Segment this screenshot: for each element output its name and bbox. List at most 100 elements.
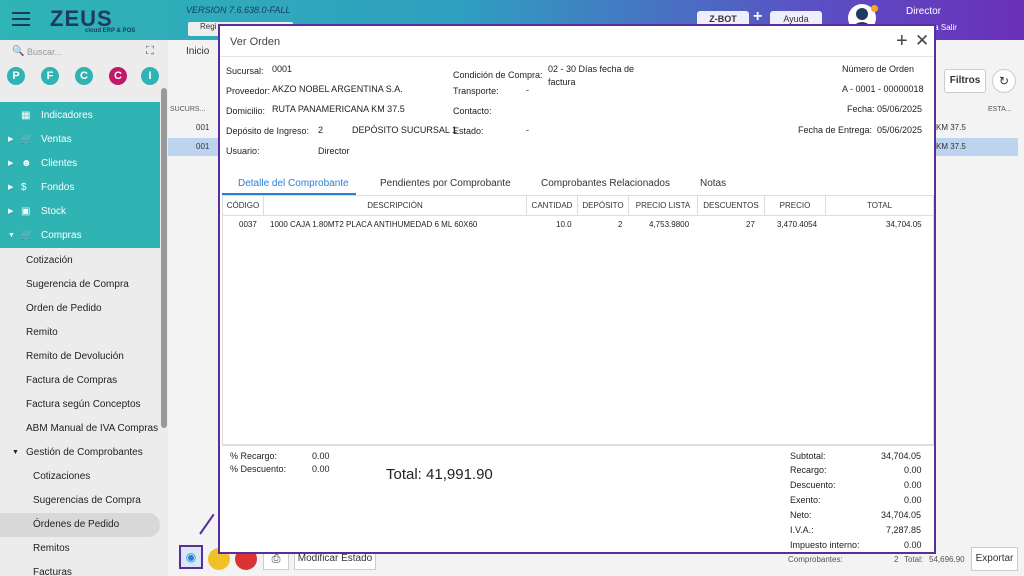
sidebar-item-sugerencias-compra[interactable]: Sugerencias de Compra <box>0 489 160 513</box>
refresh-icon[interactable]: ↻ <box>992 69 1016 93</box>
export-button[interactable]: Exportar <box>971 547 1018 571</box>
condicion-label: Condición de Compra: <box>453 70 543 80</box>
main-menu: ▦ Indicadores ▶ 🛒 Ventas ▶ ☻ Clientes ▶ … <box>0 102 160 248</box>
tab-pendientes[interactable]: Pendientes por Comprobante <box>380 178 511 189</box>
divider <box>222 445 934 446</box>
domicilio-value: RUTA PANAMERICANA KM 37.5 <box>272 104 405 114</box>
sidebar-item-fondos[interactable]: ▶ $ Fondos <box>0 176 160 200</box>
caret-right-icon: ▶ <box>8 184 14 191</box>
estado-value: - <box>526 125 529 135</box>
shortcut-p[interactable]: P <box>7 67 25 85</box>
sidebar-item-facturas[interactable]: Facturas <box>0 561 160 576</box>
chart-icon: ▦ <box>21 110 31 121</box>
sidebar-item-ordenes-pedido[interactable]: Órdenes de Pedido <box>0 513 160 537</box>
col-deposito: DEPÓSITO <box>578 196 629 216</box>
people-icon: ☻ <box>21 158 32 169</box>
neto-value: 34,704.05 <box>881 510 922 520</box>
recargo-sum-label: Recargo: <box>790 465 827 475</box>
hamburger-menu-icon[interactable] <box>12 12 30 26</box>
footer-totals: Comprobantes: 2 Total: 54,696.90 <box>788 555 965 564</box>
filters-button[interactable]: Filtros <box>944 69 986 93</box>
recargo-label: % Recargo: <box>230 451 278 461</box>
sidebar-item-cotizacion[interactable]: Cotización <box>0 249 160 273</box>
iva-value: 7,287.85 <box>886 525 922 535</box>
transporte-label: Transporte: <box>453 86 499 96</box>
sidebar-scrollbar[interactable] <box>161 88 167 428</box>
sidebar-item-stock[interactable]: ▶ ▣ Stock <box>0 200 160 224</box>
sucursal-value: 0001 <box>272 64 293 74</box>
app-logo-subtitle: cloud ERP & POS <box>85 28 136 34</box>
cart-icon: 🛒 <box>21 230 34 241</box>
usuario-value: Director <box>318 146 350 156</box>
search-input[interactable]: Buscar... <box>27 47 62 57</box>
shortcut-f[interactable]: F <box>41 67 59 85</box>
condicion-value-2: factura <box>548 77 576 87</box>
sucursal-label: Sucursal: <box>226 66 264 76</box>
tab-notas[interactable]: Notas <box>700 178 726 189</box>
sidebar-item-remito-devolucion[interactable]: Remito de Devolución <box>0 345 160 369</box>
fecha-entrega-value: 05/06/2025 <box>877 125 923 135</box>
col-codigo: CÓDIGO <box>223 196 264 216</box>
col-precio-lista: PRECIO LISTA <box>629 196 698 216</box>
impuesto-interno-label: Impuesto interno: <box>790 540 860 550</box>
caret-down-icon: ▼ <box>12 449 19 456</box>
table-header: CÓDIGO DESCRIPCIÓN CANTIDAD DEPÓSITO PRE… <box>223 196 933 216</box>
caret-right-icon: ▶ <box>8 160 14 167</box>
sidebar-item-factura-conceptos[interactable]: Factura según Conceptos <box>0 393 160 417</box>
sidebar-item-cotizaciones[interactable]: Cotizaciones <box>0 465 160 489</box>
fecha-value: 05/06/2025 <box>877 104 923 114</box>
tab-detalle[interactable]: Detalle del Comprobante <box>238 178 349 189</box>
eye-icon: ◉ <box>185 550 197 564</box>
sidebar-item-gestion-comprobantes[interactable]: ▼ Gestión de Comprobantes <box>0 441 160 465</box>
sidebar-item-remito[interactable]: Remito <box>0 321 160 345</box>
user-name: Director <box>906 6 942 17</box>
shortcut-c2[interactable]: C <box>109 67 127 85</box>
sidebar-item-orden-pedido[interactable]: Orden de Pedido <box>0 297 160 321</box>
usuario-label: Usuario: <box>226 146 260 156</box>
add-icon[interactable]: + <box>896 30 908 53</box>
sidebar-item-compras[interactable]: ▼ 🛒 Compras <box>0 224 160 248</box>
fecha-entrega-label: Fecha de Entrega: <box>798 125 873 135</box>
items-table: CÓDIGO DESCRIPCIÓN CANTIDAD DEPÓSITO PRE… <box>222 195 934 445</box>
expand-icon[interactable]: ⛶ <box>146 45 154 58</box>
col-precio: PRECIO <box>765 196 826 216</box>
subtotal-value: 34,704.05 <box>881 451 922 461</box>
col-cantidad: CANTIDAD <box>527 196 578 216</box>
sidebar-item-factura-compras[interactable]: Factura de Compras <box>0 369 160 393</box>
impuesto-interno-value: 0.00 <box>904 540 922 550</box>
sidebar-item-abm-iva[interactable]: ABM Manual de IVA Compras <box>0 417 160 441</box>
proveedor-value: AKZO NOBEL ARGENTINA S.A. <box>272 84 403 94</box>
sidebar-item-sugerencia-compra[interactable]: Sugerencia de Compra <box>0 273 160 297</box>
transporte-value: - <box>526 85 529 95</box>
modal-title: Ver Orden <box>230 36 281 48</box>
sidebar: 🔍 Buscar... ⛶ P F C C I ▦ Indicadores ▶ … <box>0 40 168 576</box>
sidebar-item-ventas[interactable]: ▶ 🛒 Ventas <box>0 128 160 152</box>
contacto-label: Contacto: <box>453 106 492 116</box>
col-total: TOTAL <box>866 201 893 210</box>
printer-icon: ⎙ <box>271 553 281 565</box>
col-estado: ESTA... <box>988 106 1012 113</box>
numero-orden-label: Número de Orden <box>842 64 915 74</box>
descuento-sum-label: Descuento: <box>790 480 836 490</box>
breadcrumb[interactable]: Inicio <box>186 46 209 57</box>
deposito-number: 2 <box>318 125 324 135</box>
sidebar-search[interactable]: 🔍 Buscar... ⛶ <box>0 40 168 64</box>
shortcut-i[interactable]: I <box>141 67 159 85</box>
view-button[interactable]: ◉ <box>179 545 203 569</box>
tab-relacionados[interactable]: Comprobantes Relacionados <box>541 178 670 189</box>
col-descripcion: DESCRIPCIÓN <box>264 196 527 216</box>
shortcut-c[interactable]: C <box>75 67 93 85</box>
sidebar-item-clientes[interactable]: ▶ ☻ Clientes <box>0 152 160 176</box>
descuento-pct-value: 0.00 <box>312 464 330 474</box>
sidebar-item-remitos[interactable]: Remitos <box>0 537 160 561</box>
box-icon: ▣ <box>21 206 31 217</box>
condicion-value-1: 02 - 30 Días fecha de <box>548 64 635 74</box>
cart-icon: 🛒 <box>21 134 34 145</box>
subtotal-label: Subtotal: <box>790 451 826 461</box>
sidebar-item-label: Gestión de Comprobantes <box>26 447 143 458</box>
grand-total: Total: 41,991.90 <box>386 466 493 483</box>
version-label: VERSION 7.6.638.0-FALL <box>186 5 291 15</box>
close-icon[interactable]: ✕ <box>915 31 929 51</box>
deposito-name: DEPÓSITO SUCURSAL 1 <box>352 125 458 135</box>
sidebar-item-indicadores[interactable]: ▦ Indicadores <box>0 104 160 128</box>
